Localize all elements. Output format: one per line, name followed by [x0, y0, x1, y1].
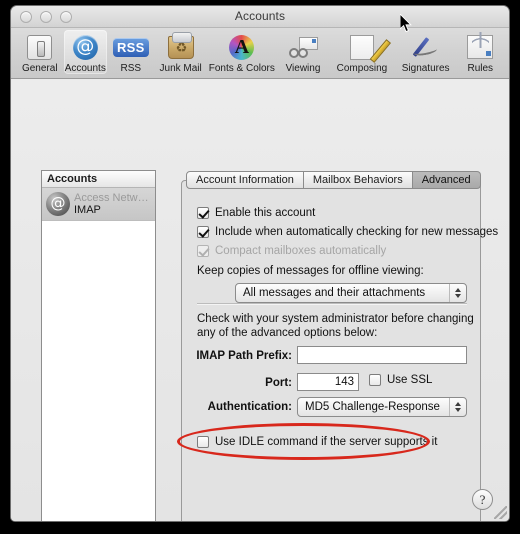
chevron-updown-icon [449, 284, 466, 302]
fonts-colors-icon [229, 32, 255, 62]
toolbar-item-general[interactable]: General [18, 30, 62, 74]
authentication-popup[interactable]: MD5 Challenge-Response [297, 397, 467, 417]
junk-mail-icon [167, 31, 194, 62]
account-item-type: IMAP [74, 204, 101, 216]
port-input[interactable]: 143 [297, 373, 359, 391]
toolbar-item-accounts[interactable]: @ Accounts [63, 30, 108, 74]
enable-account-row[interactable]: Enable this account [197, 207, 315, 219]
tab-advanced[interactable]: Advanced [412, 171, 481, 189]
account-list-item[interactable]: @ Access Netw… IMAP [42, 188, 155, 221]
account-item-text: Access Netw… IMAP [74, 192, 149, 216]
rules-icon [467, 32, 494, 62]
toolbar-label-signatures: Signatures [401, 63, 450, 74]
offline-viewing-label: Keep copies of messages for offline view… [197, 265, 424, 277]
toolbar-item-viewing[interactable]: Viewing [277, 30, 329, 74]
toolbar-label-junk-mail: Junk Mail [159, 63, 202, 74]
signatures-icon [412, 32, 440, 62]
admin-warning-line2: any of the advanced options below: [197, 327, 378, 339]
include-auto-check-checkbox[interactable] [197, 226, 209, 238]
preferences-toolbar: General @ Accounts RSS RSS Junk Mail Fon… [11, 28, 509, 79]
include-auto-check-label: Include when automatically checking for … [215, 226, 499, 238]
advanced-tab-panel: Enable this account Include when automat… [181, 180, 498, 521]
toolbar-item-signatures[interactable]: Signatures [395, 30, 457, 74]
admin-warning-line1: Check with your system administrator bef… [197, 313, 474, 325]
authentication-label: Authentication: [207, 401, 292, 413]
idle-command-row[interactable]: Use IDLE command if the server supports … [197, 436, 437, 448]
accounts-list[interactable]: Accounts @ Access Netw… IMAP [41, 170, 156, 521]
compact-mailboxes-label: Compact mailboxes automatically [215, 245, 387, 257]
accounts-list-header: Accounts [42, 171, 155, 188]
toolbar-item-rss[interactable]: RSS RSS [109, 30, 153, 74]
authentication-value: MD5 Challenge-Response [305, 401, 440, 413]
toolbar-item-junk-mail[interactable]: Junk Mail [155, 30, 207, 74]
imap-path-prefix-input[interactable] [297, 346, 467, 364]
at-sign-icon: @ [72, 32, 98, 62]
toolbar-item-composing[interactable]: Composing [331, 30, 393, 74]
tab-mailbox-behaviors[interactable]: Mailbox Behaviors [303, 171, 413, 189]
window-titlebar: Accounts [11, 6, 509, 28]
toolbar-label-composing: Composing [336, 63, 388, 74]
enable-account-label: Enable this account [215, 207, 316, 219]
toolbar-label-general: General [21, 63, 58, 74]
globe-at-icon: @ [46, 192, 70, 216]
use-ssl-label: Use SSL [387, 374, 433, 386]
idle-command-label: Use IDLE command if the server supports … [215, 436, 438, 448]
toolbar-item-rules[interactable]: Rules [459, 30, 503, 74]
toolbar-label-rss: RSS [120, 63, 142, 74]
offline-copies-popup[interactable]: All messages and their attachments [235, 283, 467, 303]
rss-icon: RSS [112, 32, 149, 62]
account-item-name: Access Netw… [74, 192, 149, 204]
toolbar-item-fonts-colors[interactable]: Fonts & Colors [209, 30, 275, 74]
toolbar-label-fonts-colors: Fonts & Colors [208, 63, 275, 74]
section-divider [197, 303, 467, 305]
chevron-updown-icon [449, 398, 466, 416]
toolbar-label-accounts: Accounts [64, 63, 106, 74]
port-label: Port: [265, 377, 292, 389]
help-button[interactable]: ? [472, 489, 493, 510]
use-ssl-checkbox[interactable] [369, 374, 381, 386]
tab-account-information[interactable]: Account Information [186, 171, 304, 189]
window-title: Accounts [234, 9, 286, 23]
toolbar-label-viewing: Viewing [285, 63, 321, 74]
idle-command-checkbox[interactable] [197, 436, 209, 448]
use-ssl-row[interactable]: Use SSL [369, 374, 432, 386]
compact-mailboxes-row: Compact mailboxes automatically [197, 245, 386, 257]
include-auto-check-row[interactable]: Include when automatically checking for … [197, 226, 498, 238]
enable-account-checkbox[interactable] [197, 207, 209, 219]
toolbar-label-rules: Rules [467, 63, 494, 74]
accounts-preferences-window: Accounts General @ Accounts RSS RSS Junk… [10, 5, 510, 522]
composing-icon [349, 32, 374, 62]
mouse-cursor [400, 14, 412, 33]
imap-path-prefix-label: IMAP Path Prefix: [196, 350, 292, 362]
offline-copies-value: All messages and their attachments [243, 287, 426, 299]
viewing-icon [288, 32, 318, 62]
general-icon [27, 32, 53, 62]
preferences-body: Accounts @ Access Netw… IMAP + − Account… [11, 79, 509, 521]
resize-grip[interactable] [494, 506, 507, 519]
tab-bar: Account Information Mailbox Behaviors Ad… [186, 171, 481, 189]
compact-mailboxes-checkbox [197, 245, 209, 257]
